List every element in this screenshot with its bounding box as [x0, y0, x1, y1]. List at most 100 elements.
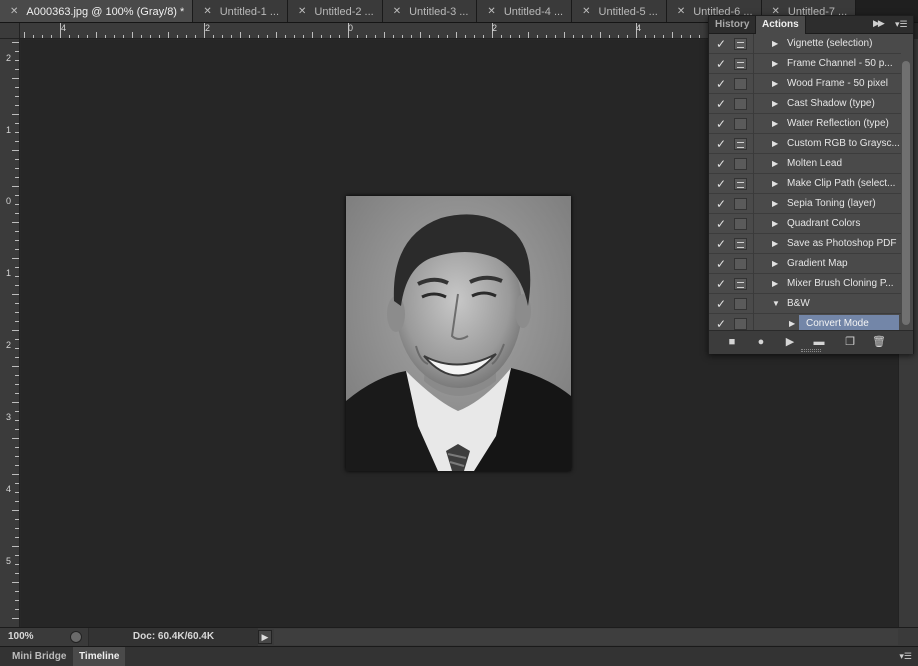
panel-menu-icon[interactable]: ▾☰	[899, 651, 912, 662]
status-menu-arrow-icon[interactable]: ▶	[258, 630, 272, 644]
dialog-toggle-icon[interactable]	[734, 58, 747, 70]
dialog-toggle-icon[interactable]	[734, 118, 747, 130]
expand-triangle-icon[interactable]: ▶	[772, 274, 782, 294]
action-step-convert-mode[interactable]: ✓ ▶ Convert Mode	[709, 314, 901, 330]
close-icon[interactable]: ✕	[298, 6, 306, 17]
toggle-check-icon[interactable]: ✓	[712, 314, 730, 330]
toggle-check-icon[interactable]: ✓	[712, 54, 730, 74]
action-label: Wood Frame - 50 pixel	[787, 78, 888, 89]
vertical-ruler[interactable]: 2 1 0 1 2 3 4 5	[0, 39, 20, 627]
collapse-triangle-icon[interactable]: ▼	[772, 294, 782, 314]
trash-icon[interactable]: 🗑	[872, 335, 886, 349]
expand-triangle-icon[interactable]: ▶	[772, 94, 782, 114]
toggle-check-icon[interactable]: ✓	[712, 214, 730, 234]
dialog-toggle-icon[interactable]	[734, 278, 747, 290]
panel-menu-icon[interactable]: ▾☰	[895, 19, 908, 30]
tab-label: Untitled-3 ...	[409, 5, 469, 18]
dialog-toggle-icon[interactable]	[734, 218, 747, 230]
document-size-info[interactable]: Doc: 60.4K/60.4K	[88, 628, 258, 646]
dialog-toggle-icon[interactable]	[734, 238, 747, 250]
dialog-toggle-icon[interactable]	[734, 98, 747, 110]
dialog-toggle-icon[interactable]	[734, 258, 747, 270]
action-row[interactable]: ✓ ▶ Make Clip Path (select...	[709, 174, 901, 194]
action-row[interactable]: ✓ ▶ Gradient Map	[709, 254, 901, 274]
close-icon[interactable]: ✕	[10, 6, 18, 17]
expand-triangle-icon[interactable]: ▶	[772, 54, 782, 74]
dialog-toggle-icon[interactable]	[734, 198, 747, 210]
toggle-check-icon[interactable]: ✓	[712, 74, 730, 94]
action-row[interactable]: ✓ ▶ Water Reflection (type)	[709, 114, 901, 134]
expand-triangle-icon[interactable]: ▶	[772, 194, 782, 214]
tab-mini-bridge[interactable]: Mini Bridge	[6, 647, 72, 666]
toggle-check-icon[interactable]: ✓	[712, 234, 730, 254]
close-icon[interactable]: ✕	[393, 6, 401, 17]
action-row[interactable]: ✓ ▶ Wood Frame - 50 pixel	[709, 74, 901, 94]
toggle-check-icon[interactable]: ✓	[712, 94, 730, 114]
action-row[interactable]: ✓ ▶ Quadrant Colors	[709, 214, 901, 234]
resize-grip-icon[interactable]	[801, 349, 821, 352]
tab-a000363[interactable]: ✕ A000363.jpg @ 100% (Gray/8) *	[0, 0, 194, 22]
panel-scrollbar-thumb[interactable]	[902, 61, 910, 325]
tab-history[interactable]: History	[709, 16, 755, 34]
action-row[interactable]: ✓ ▶ Mixer Brush Cloning P...	[709, 274, 901, 294]
expand-triangle-icon[interactable]: ▶	[772, 134, 782, 154]
action-row[interactable]: ✓ ▶ Save as Photoshop PDF	[709, 234, 901, 254]
expand-triangle-icon[interactable]: ▶	[772, 254, 782, 274]
share-icon[interactable]	[70, 631, 82, 643]
expand-triangle-icon[interactable]: ▶	[772, 74, 782, 94]
toggle-check-icon[interactable]: ✓	[712, 134, 730, 154]
zoom-level[interactable]: 100%	[8, 628, 64, 646]
close-icon[interactable]: ✕	[582, 6, 590, 17]
expand-triangle-icon[interactable]: ▶	[772, 214, 782, 234]
column-divider	[753, 74, 754, 94]
expand-triangle-icon[interactable]: ▶	[772, 114, 782, 134]
toggle-check-icon[interactable]: ✓	[712, 34, 730, 54]
action-row[interactable]: ✓ ▶ Molten Lead	[709, 154, 901, 174]
tab-untitled-2[interactable]: ✕ Untitled-2 ...	[288, 0, 383, 22]
toggle-check-icon[interactable]: ✓	[712, 114, 730, 134]
toggle-check-icon[interactable]: ✓	[712, 274, 730, 294]
play-icon[interactable]: ▶	[783, 335, 797, 349]
dialog-toggle-icon[interactable]	[734, 178, 747, 190]
action-row-bw[interactable]: ✓ ▼ B&W	[709, 294, 901, 314]
close-icon[interactable]: ✕	[203, 6, 211, 17]
horizontal-scrollbar[interactable]	[274, 629, 898, 645]
expand-triangle-icon[interactable]: ▶	[772, 234, 782, 254]
new-set-folder-icon[interactable]: ▬	[812, 335, 826, 349]
expand-triangle-icon[interactable]: ▶	[789, 314, 799, 330]
tab-untitled-4[interactable]: ✕ Untitled-4 ...	[477, 0, 573, 22]
close-icon[interactable]: ✕	[487, 6, 495, 17]
stop-icon[interactable]: ■	[725, 335, 739, 349]
action-row[interactable]: ✓ ▶ Sepia Toning (layer)	[709, 194, 901, 214]
toggle-check-icon[interactable]: ✓	[712, 294, 730, 314]
expand-triangle-icon[interactable]: ▶	[772, 174, 782, 194]
tab-timeline[interactable]: Timeline	[73, 647, 126, 666]
toggle-check-icon[interactable]: ✓	[712, 194, 730, 214]
toggle-check-icon[interactable]: ✓	[712, 174, 730, 194]
action-row[interactable]: ✓ ▶ Frame Channel - 50 p...	[709, 54, 901, 74]
tab-untitled-3[interactable]: ✕ Untitled-3 ...	[382, 0, 478, 22]
tab-untitled-5[interactable]: ✕ Untitled-5 ...	[572, 0, 667, 22]
expand-triangle-icon[interactable]: ▶	[772, 154, 782, 174]
action-row[interactable]: ✓ ▶ Custom RGB to Graysc...	[709, 134, 901, 154]
ruler-origin[interactable]	[0, 23, 20, 39]
tab-untitled-1[interactable]: ✕ Untitled-1 ...	[193, 0, 289, 22]
collapse-panel-icon[interactable]: ▶▶	[873, 18, 885, 29]
expand-triangle-icon[interactable]: ▶	[772, 34, 782, 54]
dialog-toggle-icon[interactable]	[734, 38, 747, 50]
toggle-check-icon[interactable]: ✓	[712, 154, 730, 174]
portrait-photo[interactable]	[346, 196, 571, 471]
record-icon[interactable]: ●	[754, 335, 768, 349]
close-icon[interactable]: ✕	[677, 6, 685, 17]
dialog-toggle-icon[interactable]	[734, 158, 747, 170]
new-action-icon[interactable]: ❐	[843, 335, 857, 349]
toggle-check-icon[interactable]: ✓	[712, 254, 730, 274]
dialog-toggle-icon[interactable]	[734, 298, 747, 310]
action-row[interactable]: ✓ ▶ Cast Shadow (type)	[709, 94, 901, 114]
photoshop-window: ✕ A000363.jpg @ 100% (Gray/8) * ✕ Untitled…	[0, 0, 918, 666]
dialog-toggle-icon[interactable]	[734, 318, 747, 330]
dialog-toggle-icon[interactable]	[734, 78, 747, 90]
dialog-toggle-icon[interactable]	[734, 138, 747, 150]
action-row[interactable]: ✓ ▶ Vignette (selection)	[709, 34, 901, 54]
tab-actions[interactable]: Actions	[755, 16, 806, 34]
